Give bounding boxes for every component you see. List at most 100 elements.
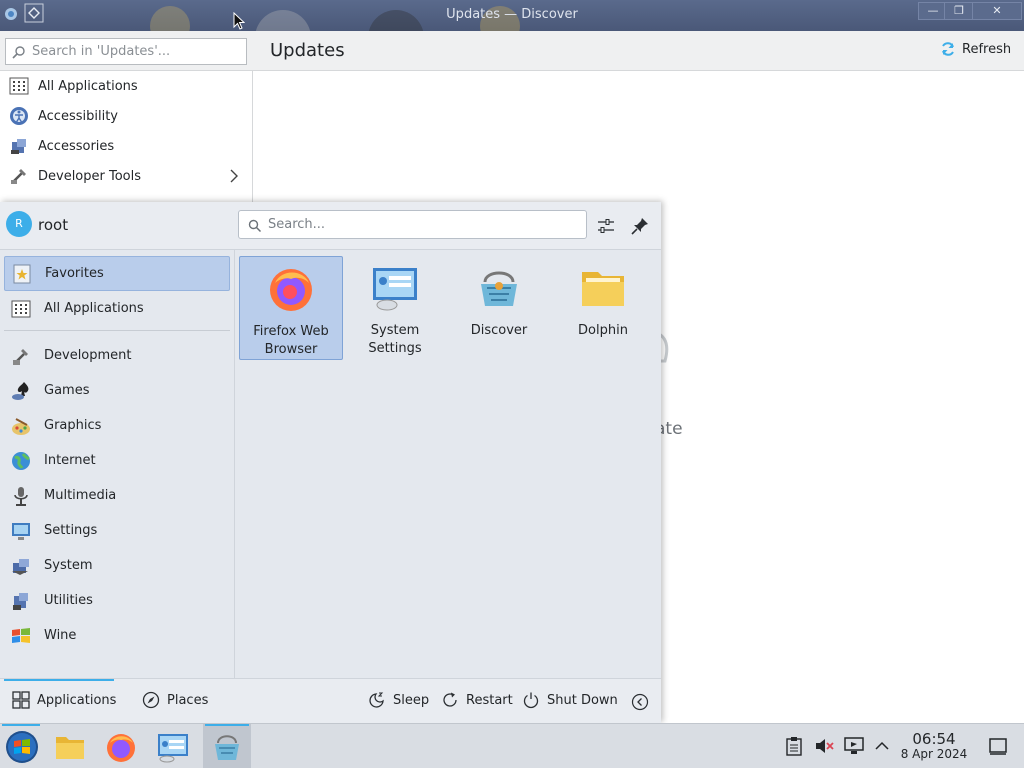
- tab-label: Places: [167, 692, 209, 708]
- avatar[interactable]: R: [6, 211, 32, 237]
- maximize-button[interactable]: ❐: [944, 2, 974, 20]
- sleep-icon: [369, 692, 384, 708]
- app-label: Dolphin: [578, 323, 628, 338]
- category-accessibility[interactable]: Accessibility: [0, 101, 252, 131]
- taskbar: 06:54 8 Apr 2024: [0, 723, 1024, 768]
- page-title: Updates: [270, 40, 345, 61]
- development-icon: [13, 348, 28, 365]
- category-label: All Applications: [38, 78, 138, 94]
- launcher-footer: Applications Places Sleep Restart Shut D…: [0, 678, 661, 723]
- power-icon: [523, 692, 539, 709]
- category-accessories[interactable]: Accessories: [0, 131, 252, 161]
- active-task-indicator: [205, 724, 249, 726]
- category-developer-tools[interactable]: Developer Tools: [0, 161, 252, 191]
- dolphin-folder-icon: [582, 272, 624, 306]
- app-discover[interactable]: Discover: [447, 256, 551, 360]
- digital-clock[interactable]: 06:54 8 Apr 2024: [898, 732, 970, 762]
- search-icon: [12, 46, 25, 59]
- taskbar-discover[interactable]: [203, 724, 251, 768]
- sidebar-item-multimedia[interactable]: Multimedia: [4, 478, 230, 513]
- sidebar-item-label: Multimedia: [44, 488, 117, 503]
- user-name: root: [38, 216, 69, 234]
- favorites-grid: Firefox Web Browser System Settings Disc…: [236, 250, 661, 678]
- sidebar-item-label: Games: [44, 383, 90, 398]
- window-title: Updates — Discover: [446, 7, 578, 22]
- accessories-icon: [11, 139, 26, 154]
- window-titlebar[interactable]: Updates — Discover — ❐ ✕: [0, 0, 1024, 31]
- tab-applications[interactable]: Applications: [12, 691, 116, 709]
- app-label: System Settings: [368, 323, 422, 356]
- start-menu-icon: [6, 730, 38, 763]
- category-label: Developer Tools: [38, 168, 142, 184]
- sidebar-item-settings[interactable]: Settings: [4, 513, 230, 548]
- sidebar-item-all-applications[interactable]: All Applications: [4, 291, 230, 326]
- start-menu-button[interactable]: [0, 724, 44, 768]
- system-settings-icon: [158, 733, 188, 762]
- sidebar-item-games[interactable]: Games: [4, 373, 230, 408]
- sidebar-item-utilities[interactable]: Utilities: [4, 583, 230, 618]
- pin-icon[interactable]: [630, 216, 650, 236]
- application-launcher: R root Search... Favorites All Applicati…: [0, 202, 661, 723]
- sidebar-item-internet[interactable]: Internet: [4, 443, 230, 478]
- sleep-button[interactable]: Sleep: [368, 691, 429, 709]
- restart-button[interactable]: Restart: [441, 691, 513, 709]
- sidebar-item-wine[interactable]: Wine: [4, 618, 230, 653]
- app-system-settings[interactable]: System Settings: [343, 256, 447, 360]
- app-label: Discover: [470, 323, 528, 338]
- tab-places[interactable]: Places: [142, 691, 208, 709]
- launcher-category-sidebar: Favorites All Applications Development G…: [0, 250, 235, 678]
- grid-icon: [9, 77, 29, 95]
- sidebar-item-development[interactable]: Development: [4, 338, 230, 373]
- category-all-applications[interactable]: All Applications: [0, 71, 252, 101]
- launcher-search-input[interactable]: Search...: [238, 210, 587, 239]
- display-configuration-icon[interactable]: [843, 736, 865, 756]
- chevron-right-icon: [230, 169, 238, 183]
- discover-search-placeholder: Search in 'Updates'...: [32, 44, 171, 59]
- launcher-header: R root Search...: [0, 202, 661, 250]
- accessibility-icon: [10, 107, 28, 125]
- sidebar-item-label: Wine: [44, 628, 77, 643]
- app-firefox[interactable]: Firefox Web Browser: [239, 256, 343, 360]
- sleep-label: Sleep: [393, 692, 430, 708]
- grid-icon: [11, 300, 31, 317]
- compass-icon: [142, 691, 160, 709]
- sidebar-item-graphics[interactable]: Graphics: [4, 408, 230, 443]
- firefox-icon: [270, 269, 312, 311]
- app-dolphin[interactable]: Dolphin: [551, 256, 655, 360]
- sidebar-item-label: Development: [44, 348, 132, 363]
- more-options-chevron-icon[interactable]: [631, 693, 649, 711]
- show-desktop-icon[interactable]: [988, 736, 1008, 756]
- clipboard-icon[interactable]: [784, 736, 804, 756]
- category-label: Accessories: [38, 138, 115, 154]
- discover-icon: [481, 271, 517, 306]
- refresh-icon: [942, 42, 954, 56]
- mouse-cursor-icon: [233, 12, 245, 30]
- active-tab-indicator: [4, 679, 114, 681]
- folder-icon: [56, 736, 84, 759]
- multimedia-icon: [14, 486, 28, 506]
- sidebar-item-label: All Applications: [44, 301, 144, 316]
- graphics-icon: [12, 417, 30, 435]
- show-hidden-icons-chevron-icon[interactable]: [872, 736, 892, 756]
- sidebar-item-label: System: [44, 558, 93, 573]
- taskbar-dolphin[interactable]: [48, 724, 92, 768]
- discover-search-field[interactable]: Search in 'Updates'...: [5, 38, 247, 65]
- utilities-icon: [13, 592, 28, 610]
- close-button[interactable]: ✕: [972, 2, 1022, 20]
- sidebar-divider: [4, 330, 230, 331]
- restart-label: Restart: [466, 692, 513, 708]
- games-icon: [12, 381, 29, 400]
- volume-muted-icon[interactable]: [814, 736, 834, 756]
- restart-icon: [443, 692, 457, 707]
- configure-icon[interactable]: [596, 216, 616, 236]
- taskbar-system-settings[interactable]: [151, 724, 195, 768]
- clock-time: 06:54: [912, 730, 956, 748]
- taskbar-firefox[interactable]: [99, 724, 143, 768]
- shutdown-button[interactable]: Shut Down: [522, 691, 618, 709]
- sidebar-item-favorites[interactable]: Favorites: [4, 256, 230, 291]
- sidebar-item-system[interactable]: System: [4, 548, 230, 583]
- sidebar-item-label: Utilities: [44, 593, 93, 608]
- refresh-button[interactable]: Refresh: [940, 41, 1011, 57]
- sidebar-item-label: Favorites: [45, 266, 104, 281]
- settings-icon: [12, 522, 30, 540]
